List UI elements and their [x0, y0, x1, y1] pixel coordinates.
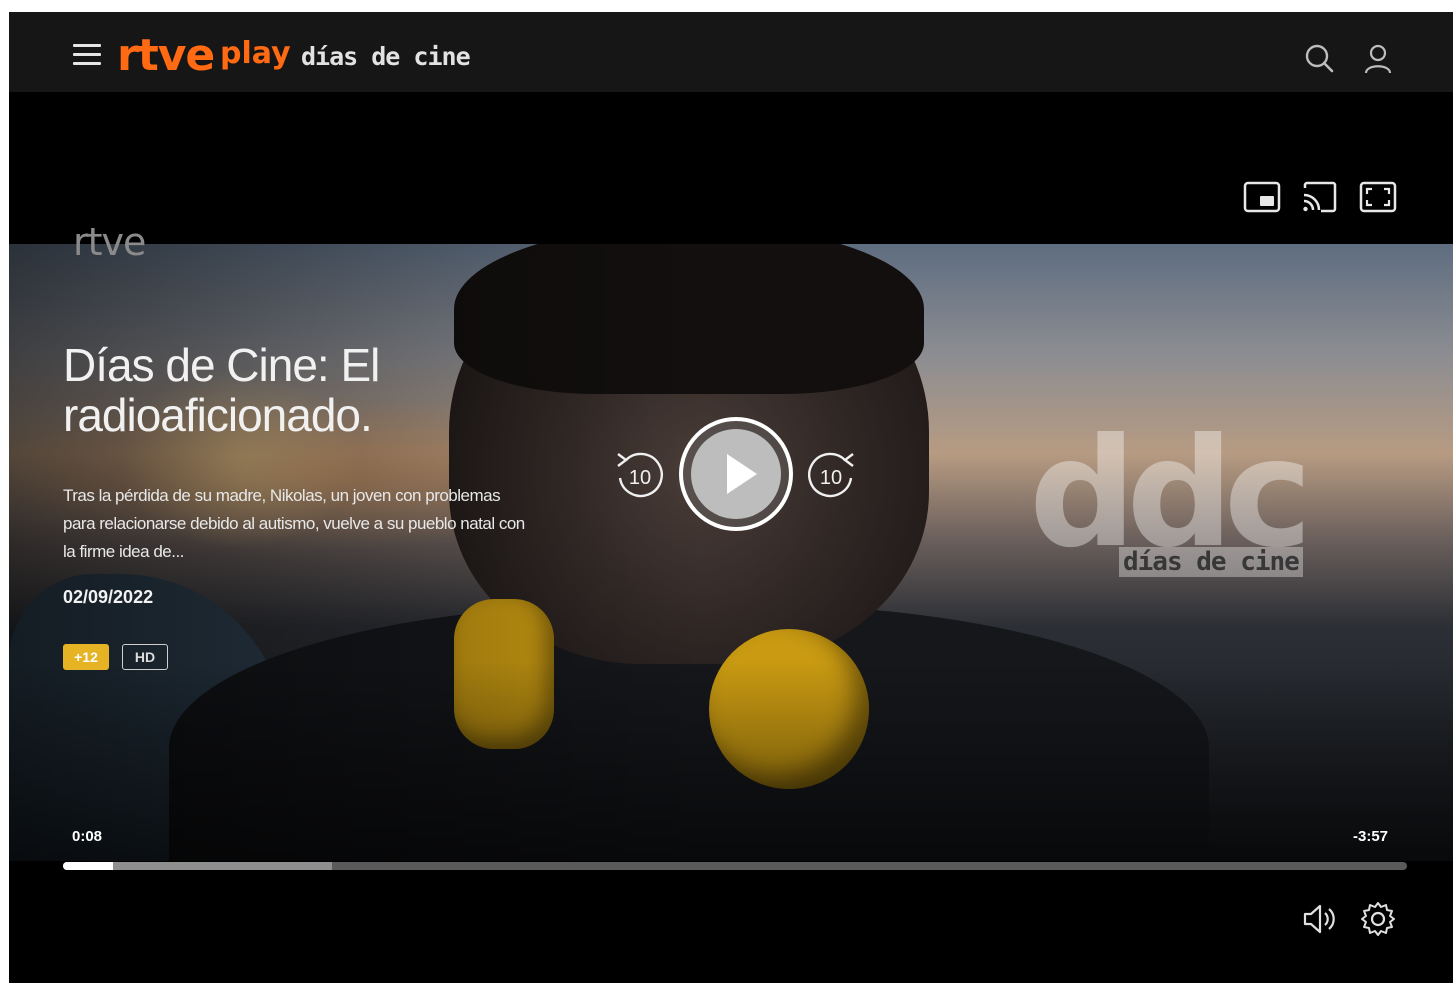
forward-seconds-label: 10 [820, 467, 842, 489]
search-icon[interactable] [1303, 42, 1335, 74]
rewind-seconds-label: 10 [629, 467, 651, 489]
player-app: rtve play días de cine ddc días de cine … [9, 12, 1453, 983]
top-navigation: rtve play días de cine [9, 12, 1453, 92]
episode-description: Tras la pérdida de su madre, Nikolas, un… [63, 486, 525, 561]
program-title[interactable]: días de cine [301, 42, 471, 71]
overlay-gradient-bottom [9, 661, 1453, 861]
fullscreen-icon[interactable] [1359, 180, 1397, 214]
episode-date: 02/09/2022 [63, 587, 154, 607]
progress-bar[interactable] [63, 862, 1407, 870]
age-rating-badge: +12 [63, 644, 109, 670]
picture-in-picture-icon[interactable] [1243, 180, 1281, 214]
remaining-time: -3:57 [1353, 828, 1389, 845]
volume-icon[interactable] [1301, 900, 1339, 938]
rtve-watermark: rtve [73, 220, 146, 264]
channel-logo-ddc: ddc días de cine [1029, 409, 1429, 589]
play-icon [727, 454, 757, 494]
hamburger-menu-icon[interactable] [73, 44, 101, 70]
progress-played [63, 862, 113, 870]
play-button[interactable] [679, 417, 793, 531]
episode-title: Días de Cine: El radioaficionado. [63, 339, 380, 441]
channel-logo-text: días de cine [1119, 547, 1303, 577]
hd-badge: HD [122, 644, 168, 670]
forward-10-icon[interactable]: 10 [805, 448, 859, 502]
user-icon[interactable] [1362, 42, 1394, 74]
gear-icon[interactable] [1359, 900, 1397, 938]
cast-icon[interactable] [1301, 180, 1339, 214]
rewind-10-icon[interactable]: 10 [612, 448, 666, 502]
current-time: 0:08 [72, 828, 103, 845]
play-button-fill [691, 429, 781, 519]
brand-logo-rtve[interactable]: rtve [117, 32, 215, 80]
brand-logo-play[interactable]: play [220, 36, 291, 72]
